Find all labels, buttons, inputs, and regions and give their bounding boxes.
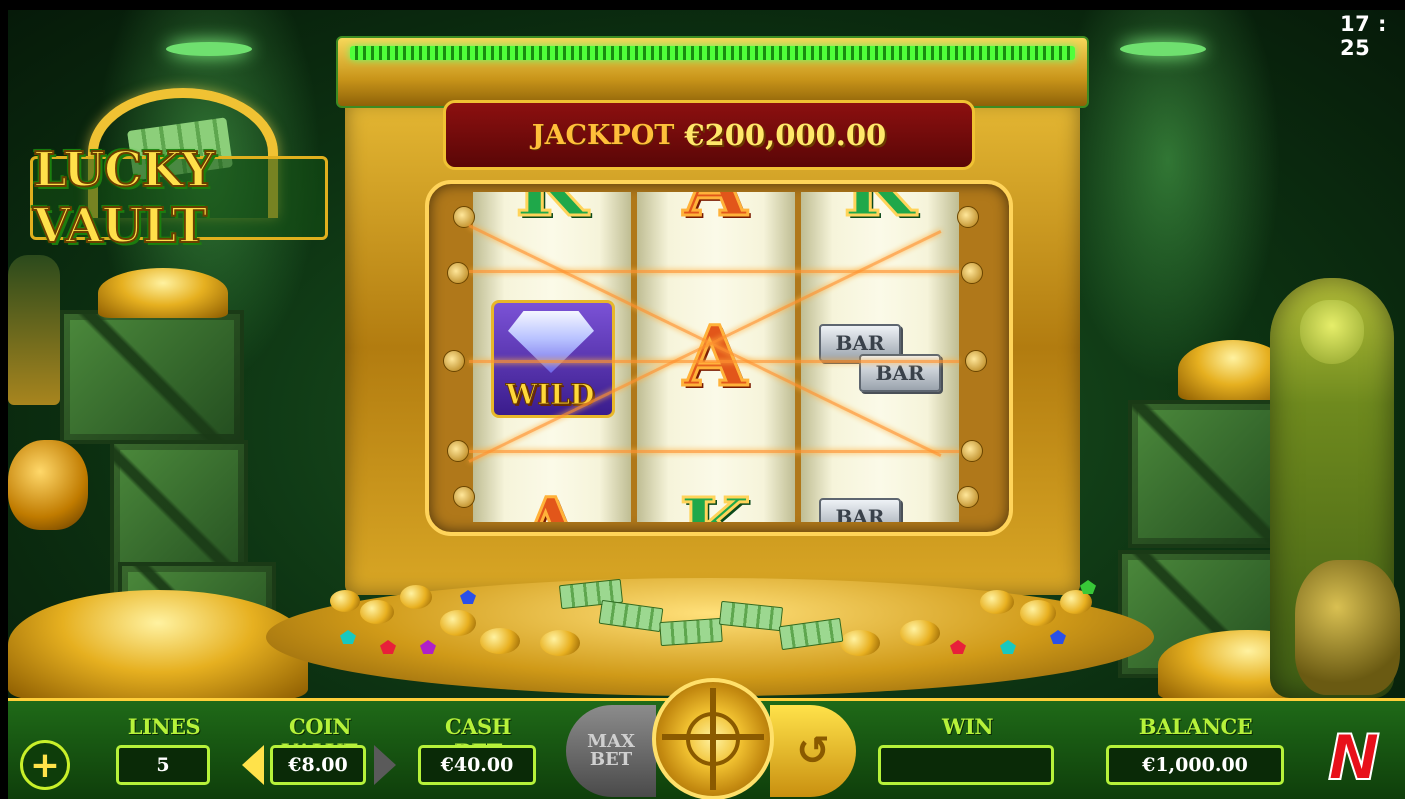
coin-increase-button[interactable]	[374, 745, 396, 785]
reel-2: A A K	[637, 192, 795, 522]
crate	[1128, 400, 1286, 548]
brand-logo: N	[1327, 721, 1381, 794]
game-stage: LUCKY VAULT 17 : 25 JACKPOT €200,000.00 …	[0, 0, 1405, 799]
lines-value[interactable]: 5	[116, 745, 210, 785]
max-bet-button[interactable]: MAX BET	[566, 705, 656, 797]
bolt	[447, 440, 469, 462]
symbol-k: K	[839, 192, 919, 232]
coin	[480, 628, 520, 654]
coin-value: €8.00	[270, 745, 366, 785]
bolt	[957, 486, 979, 508]
reel-1: K WILD A	[473, 192, 631, 522]
gold-pile	[8, 590, 308, 700]
coin	[360, 600, 394, 624]
bolt	[957, 206, 979, 228]
reel-window: K WILD A A A K K BAR BAR BAR	[425, 180, 1013, 536]
cash-bet-value: €40.00	[418, 745, 536, 785]
pharaoh-face	[1300, 300, 1364, 364]
coin	[840, 630, 880, 656]
diamond-icon	[508, 311, 594, 373]
marquee-lights	[350, 46, 1075, 60]
jackpot-label: JACKPOT	[531, 119, 675, 151]
spin-button[interactable]	[652, 678, 774, 799]
bolt	[447, 262, 469, 284]
coin	[1020, 600, 1056, 626]
autoplay-icon: ↺	[796, 728, 830, 774]
coin	[980, 590, 1014, 614]
symbol-k: K	[675, 484, 755, 523]
coin-decrease-button[interactable]	[242, 745, 264, 785]
crate	[60, 310, 244, 444]
plus-button[interactable]: +	[20, 740, 70, 790]
lines-label: LINES	[127, 714, 201, 739]
spin-icon-ring	[686, 712, 740, 766]
coin	[400, 585, 432, 609]
bolt	[961, 262, 983, 284]
symbol-a: A	[675, 192, 755, 232]
payline	[469, 450, 959, 453]
bolt	[961, 440, 983, 462]
coin	[540, 630, 580, 656]
bolt	[453, 486, 475, 508]
payline	[469, 360, 959, 363]
cash-stack	[659, 617, 723, 647]
plus-icon: +	[29, 744, 61, 786]
slot-machine-top	[336, 36, 1089, 108]
win-label: WIN	[941, 714, 994, 739]
payline	[469, 270, 959, 273]
bolt	[443, 350, 465, 372]
jackpot-panel: JACKPOT €200,000.00	[443, 100, 975, 170]
clock: 17 : 25	[1340, 12, 1387, 60]
coin	[440, 610, 476, 636]
balance-label: BALANCE	[1138, 714, 1253, 739]
win-value	[878, 745, 1054, 785]
symbol-k: K	[511, 192, 591, 232]
balance-value: €1,000.00	[1106, 745, 1284, 785]
jackpot-amount: €200,000.00	[684, 118, 887, 152]
vase	[1295, 560, 1400, 695]
coin	[330, 590, 360, 612]
symbol-bar: BAR	[819, 498, 901, 522]
gold-pile	[98, 268, 228, 318]
anubis-statue	[8, 255, 60, 405]
bolt	[965, 350, 987, 372]
game-logo: LUCKY VAULT	[30, 88, 328, 255]
gold-pot	[8, 440, 88, 530]
spotlight-left	[166, 42, 252, 56]
spotlight-right	[1120, 42, 1206, 56]
wild-label: WILD	[505, 378, 595, 412]
symbol-a: A	[511, 484, 591, 523]
reel-3: K BAR BAR BAR	[801, 192, 959, 522]
logo-title: LUCKY VAULT	[30, 141, 328, 255]
coin	[900, 620, 940, 646]
